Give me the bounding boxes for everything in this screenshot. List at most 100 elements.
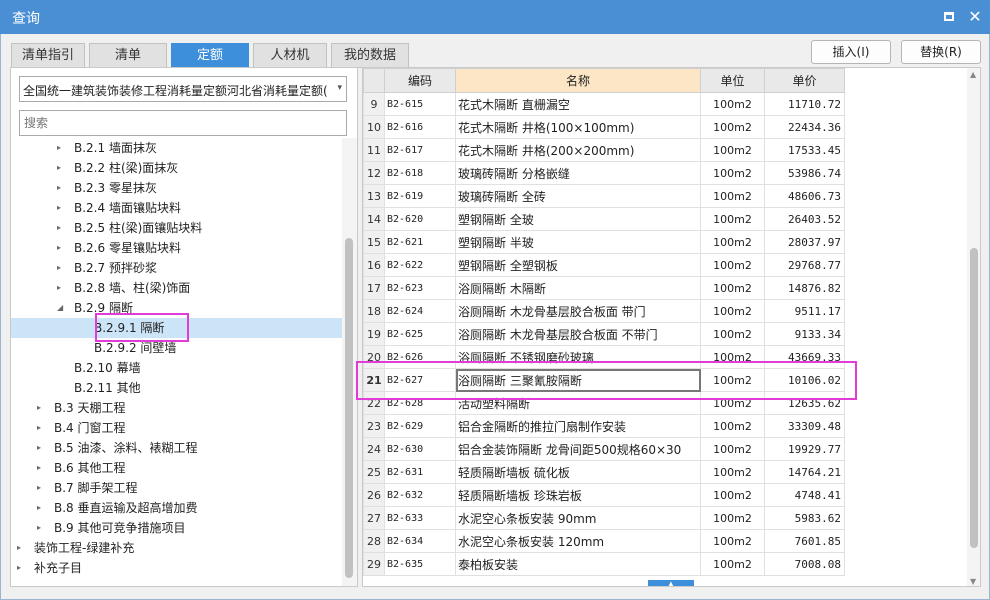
row-number-cell[interactable]: 11 (363, 138, 385, 162)
tree-item[interactable]: ▸ B.9 其他可竞争措施项目 (11, 518, 342, 538)
table-row[interactable]: 14 B2-620 塑钢隔断 全玻 100m2 26403.52 (363, 207, 845, 231)
quota-unit-cell[interactable]: 100m2 (700, 138, 765, 162)
table-row[interactable]: 13 B2-619 玻璃砖隔断 全砖 100m2 48606.73 (363, 184, 845, 208)
scroll-down-icon[interactable]: ▼ (970, 577, 976, 586)
row-number-cell[interactable]: 26 (363, 483, 385, 507)
quota-price-cell[interactable]: 53986.74 (764, 161, 845, 185)
row-number-cell[interactable]: 13 (363, 184, 385, 208)
tree-scrollbar[interactable] (342, 138, 357, 586)
quota-unit-cell[interactable]: 100m2 (700, 506, 765, 530)
table-row[interactable]: 27 B2-633 水泥空心条板安装 90mm 100m2 5983.62 (363, 506, 845, 530)
quota-name-cell[interactable]: 塑钢隔断 半玻 (455, 230, 701, 254)
quota-name-cell[interactable]: 浴厕隔断 木龙骨基层胶合板面 带门 (455, 299, 701, 323)
tree-item[interactable]: ▸ B.2.4 墙面镶贴块料 (11, 198, 342, 218)
quota-price-cell[interactable]: 12635.62 (764, 391, 845, 415)
row-number-cell[interactable]: 12 (363, 161, 385, 185)
row-number-cell[interactable]: 22 (363, 391, 385, 415)
quota-code-cell[interactable]: B2-634 (384, 529, 456, 553)
quota-name-cell[interactable]: 浴厕隔断 木隔断 (455, 276, 701, 300)
tree-item[interactable]: ▸ B.2.8 墙、柱(梁)饰面 (11, 278, 342, 298)
table-row[interactable]: 11 B2-617 花式木隔断 井格(200×200mm) 100m2 17533.45 (363, 138, 845, 162)
quota-price-cell[interactable]: 5983.62 (764, 506, 845, 530)
quota-code-cell[interactable]: B2-631 (384, 460, 456, 484)
tree-item[interactable]: ▸ B.2.5 柱(梁)面镶贴块料 (11, 218, 342, 238)
quota-unit-cell[interactable]: 100m2 (700, 184, 765, 208)
tree-item[interactable]: ◢ B.2.9 隔断 (11, 298, 342, 318)
col-header-code[interactable]: 编码 (384, 68, 456, 93)
tree-item[interactable]: ▸ 补充子目 (11, 558, 342, 578)
quota-unit-cell[interactable]: 100m2 (700, 529, 765, 553)
quota-price-cell[interactable]: 11710.72 (764, 92, 845, 116)
scroll-up-icon[interactable]: ▲ (970, 70, 976, 79)
table-row[interactable]: 19 B2-625 浴厕隔断 木龙骨基层胶合板面 不带门 100m2 9133.34 (363, 322, 845, 346)
quota-code-cell[interactable]: B2-622 (384, 253, 456, 277)
quota-code-cell[interactable]: B2-615 (384, 92, 456, 116)
quota-name-cell[interactable]: 塑钢隔断 全塑钢板 (455, 253, 701, 277)
tab-bill[interactable]: 清单 (89, 43, 167, 68)
tree-item[interactable]: ▸ B.3 天棚工程 (11, 398, 342, 418)
quota-price-cell[interactable]: 7601.85 (764, 529, 845, 553)
col-header-unit[interactable]: 单位 (700, 68, 765, 93)
quota-price-cell[interactable]: 29768.77 (764, 253, 845, 277)
quota-unit-cell[interactable]: 100m2 (700, 552, 765, 576)
quota-name-cell[interactable]: 泰柏板安装 (455, 552, 701, 576)
quota-price-cell[interactable]: 22434.36 (764, 115, 845, 139)
quota-unit-cell[interactable]: 100m2 (700, 115, 765, 139)
quota-price-cell[interactable]: 33309.48 (764, 414, 845, 438)
quota-price-cell[interactable]: 26403.52 (764, 207, 845, 231)
table-row[interactable]: 20 B2-626 浴厕隔断 不锈钢磨砂玻璃 100m2 43669.33 (363, 345, 845, 369)
quota-price-cell[interactable]: 43669.33 (764, 345, 845, 369)
quota-unit-cell[interactable]: 100m2 (700, 345, 765, 369)
quota-name-cell[interactable]: 花式木隔断 直栅漏空 (455, 92, 701, 116)
tree-item[interactable]: B.2.9.2 间壁墙 (11, 338, 342, 358)
quota-price-cell[interactable]: 10106.02 (764, 368, 845, 392)
quota-code-cell[interactable]: B2-621 (384, 230, 456, 254)
tree-expand-icon[interactable]: ▸ (57, 278, 61, 298)
table-row[interactable]: 10 B2-616 花式木隔断 井格(100×100mm) 100m2 22434.36 (363, 115, 845, 139)
quota-code-cell[interactable]: B2-627 (384, 368, 456, 392)
tree-item[interactable]: ▸ B.6 其他工程 (11, 458, 342, 478)
table-row[interactable]: 18 B2-624 浴厕隔断 木龙骨基层胶合板面 带门 100m2 9511.17 (363, 299, 845, 323)
quota-unit-cell[interactable]: 100m2 (700, 92, 765, 116)
tree-item[interactable]: ▸ 装饰工程-绿建补充 (11, 538, 342, 558)
tree-expand-icon[interactable]: ▸ (37, 518, 41, 538)
dropdown-arrow-icon[interactable]: ▾ (337, 83, 342, 93)
tab-my-data[interactable]: 我的数据 (331, 43, 409, 68)
quota-name-cell[interactable]: 玻璃砖隔断 全砖 (455, 184, 701, 208)
quota-library-select[interactable]: 全国统一建筑装饰装修工程消耗量定额河北省消耗量定额(20 ▾ (19, 76, 347, 102)
tree-expand-icon[interactable]: ▸ (57, 178, 61, 198)
quota-name-cell[interactable]: 铝合金装饰隔断 龙骨间距500规格60×30 (455, 437, 701, 461)
tree-item[interactable]: ▸ B.2.1 墙面抹灰 (11, 138, 342, 158)
table-row[interactable]: 22 B2-628 活动塑料隔断 100m2 12635.62 (363, 391, 845, 415)
quota-code-cell[interactable]: B2-616 (384, 115, 456, 139)
table-row[interactable]: 12 B2-618 玻璃砖隔断 分格嵌缝 100m2 53986.74 (363, 161, 845, 185)
tree-collapse-icon[interactable]: ◢ (57, 298, 63, 318)
table-row[interactable]: 23 B2-629 铝合金隔断的推拉门扇制作安装 100m2 33309.48 (363, 414, 845, 438)
quota-name-cell[interactable]: 浴厕隔断 木龙骨基层胶合板面 不带门 (455, 322, 701, 346)
table-row[interactable]: 25 B2-631 轻质隔断墙板 硫化板 100m2 14764.21 (363, 460, 845, 484)
quota-name-cell[interactable]: 浴厕隔断 不锈钢磨砂玻璃 (455, 345, 701, 369)
tree-expand-icon[interactable]: ▸ (57, 258, 61, 278)
quota-unit-cell[interactable]: 100m2 (700, 322, 765, 346)
quota-unit-cell[interactable]: 100m2 (700, 437, 765, 461)
row-number-cell[interactable]: 20 (363, 345, 385, 369)
grid-scrollbar[interactable]: ▲ ▼ (967, 68, 980, 586)
quota-unit-cell[interactable]: 100m2 (700, 414, 765, 438)
table-row[interactable]: 16 B2-622 塑钢隔断 全塑钢板 100m2 29768.77 (363, 253, 845, 277)
quota-price-cell[interactable]: 9511.17 (764, 299, 845, 323)
row-number-cell[interactable]: 14 (363, 207, 385, 231)
row-number-cell[interactable]: 10 (363, 115, 385, 139)
row-number-cell[interactable]: 29 (363, 552, 385, 576)
quota-name-cell[interactable]: 浴厕隔断 三聚氰胺隔断 (455, 368, 701, 392)
table-row[interactable]: 21 B2-627 浴厕隔断 三聚氰胺隔断 100m2 10106.02 (363, 368, 845, 392)
grid-scroll-thumb[interactable] (970, 248, 978, 548)
tree-scroll-thumb[interactable] (345, 238, 353, 578)
quota-code-cell[interactable]: B2-630 (384, 437, 456, 461)
quota-unit-cell[interactable]: 100m2 (700, 276, 765, 300)
quota-price-cell[interactable]: 17533.45 (764, 138, 845, 162)
quota-code-cell[interactable]: B2-633 (384, 506, 456, 530)
quota-name-cell[interactable]: 轻质隔断墙板 珍珠岩板 (455, 483, 701, 507)
tree-item[interactable]: ▸ B.5 油漆、涂料、裱糊工程 (11, 438, 342, 458)
tree-expand-icon[interactable]: ▸ (57, 138, 61, 158)
quota-code-cell[interactable]: B2-628 (384, 391, 456, 415)
